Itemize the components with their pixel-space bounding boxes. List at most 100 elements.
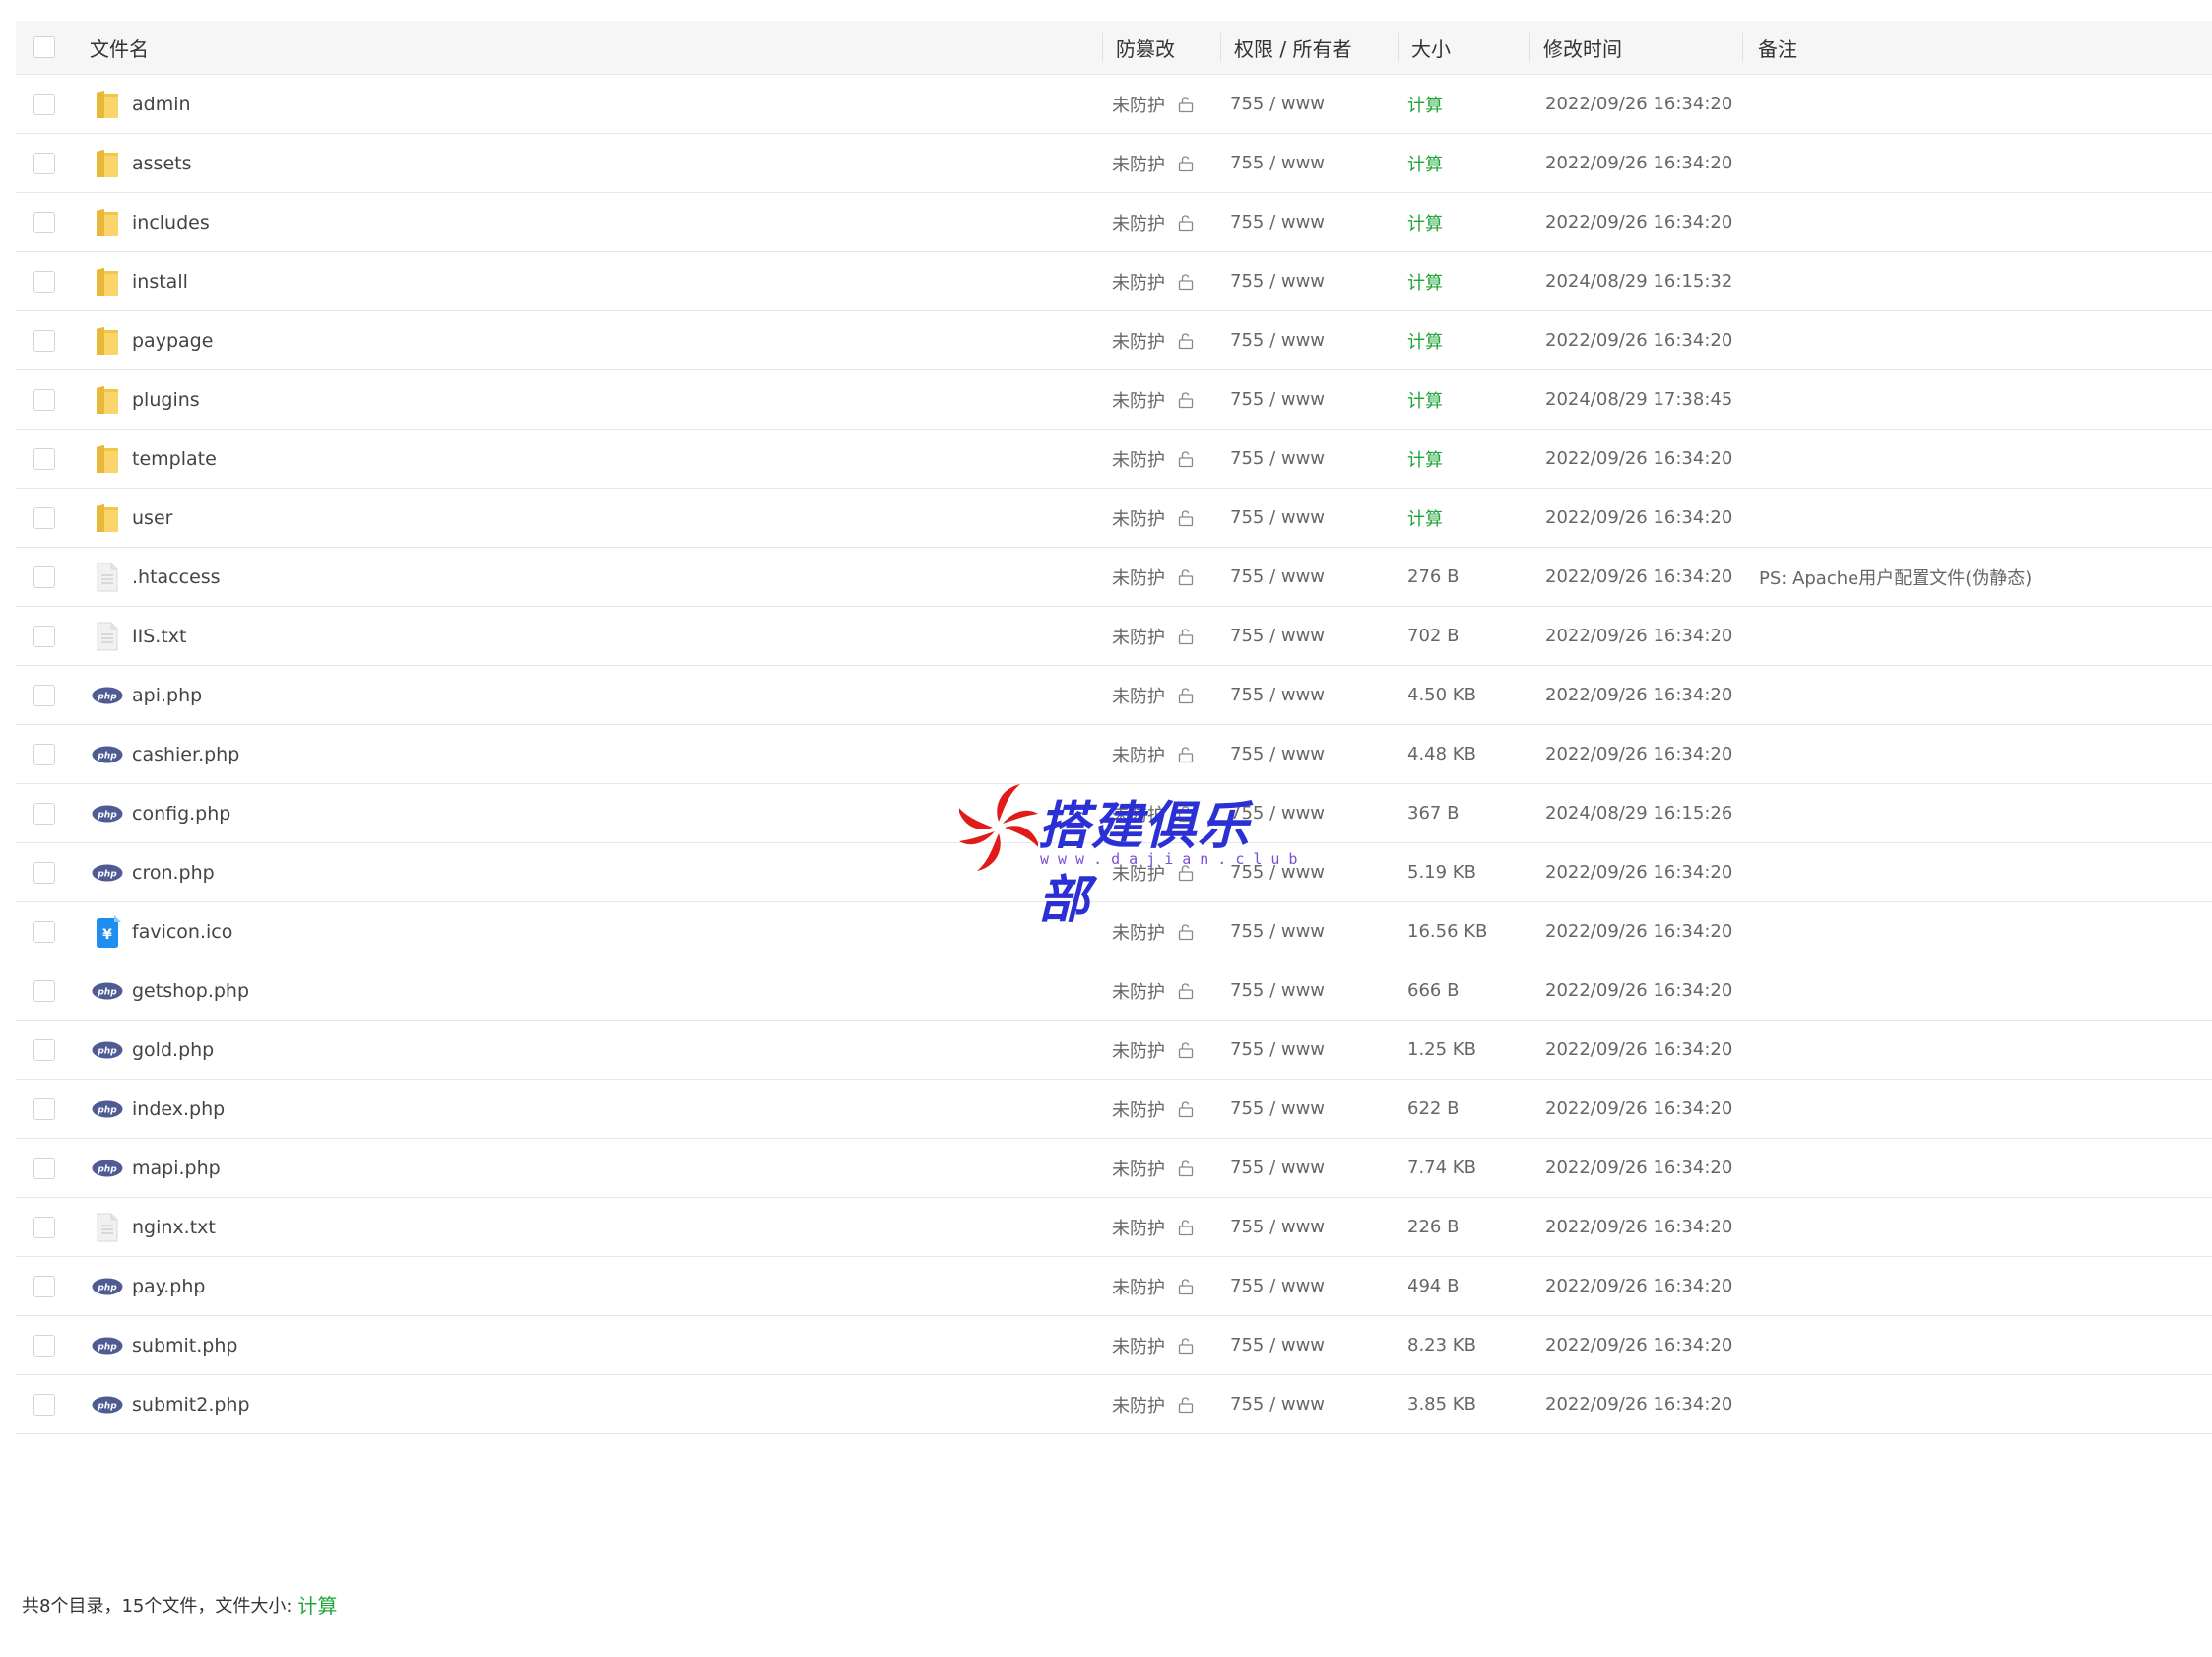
row-checkbox-cell[interactable]: [33, 961, 93, 1020]
permission-cell[interactable]: 755 / www: [1230, 134, 1407, 192]
row-checkbox[interactable]: [33, 447, 55, 470]
file-name-cell[interactable]: assets: [91, 134, 1115, 192]
row-checkbox[interactable]: [33, 802, 55, 825]
note-cell[interactable]: [1759, 1080, 2212, 1138]
table-row[interactable]: IIS.txt 未防护 755 / www 702 B 2022/09/26 16:34…: [16, 607, 2212, 666]
unlock-icon[interactable]: [1177, 746, 1195, 763]
unlock-icon[interactable]: [1177, 982, 1195, 1000]
row-checkbox[interactable]: [33, 93, 55, 115]
permission-cell[interactable]: 755 / www: [1230, 370, 1407, 429]
permission-cell[interactable]: 755 / www: [1230, 1375, 1407, 1433]
size-cell[interactable]: 计算: [1407, 134, 1545, 192]
file-name[interactable]: submit.php: [132, 1335, 237, 1357]
file-name-cell[interactable]: includes: [91, 193, 1115, 251]
row-checkbox[interactable]: [33, 1275, 55, 1297]
file-name[interactable]: mapi.php: [132, 1158, 221, 1179]
unlock-icon[interactable]: [1177, 1160, 1195, 1177]
row-checkbox-cell[interactable]: [33, 843, 93, 901]
file-name-cell[interactable]: user: [91, 489, 1115, 547]
row-checkbox[interactable]: [33, 1393, 55, 1416]
file-name[interactable]: IIS.txt: [132, 626, 186, 647]
column-divider[interactable]: [1102, 33, 1103, 62]
permission-owner[interactable]: 755 / www: [1230, 1039, 1325, 1060]
unlock-icon[interactable]: [1177, 391, 1195, 409]
row-checkbox-cell[interactable]: [33, 1375, 93, 1433]
unlock-icon[interactable]: [1177, 1337, 1195, 1355]
file-name-cell[interactable]: php mapi.php: [91, 1139, 1115, 1197]
file-name[interactable]: assets: [132, 153, 191, 174]
note-cell[interactable]: [1759, 607, 2212, 665]
header-name[interactable]: 文件名: [90, 21, 1114, 74]
permission-owner[interactable]: 755 / www: [1230, 507, 1325, 528]
note-cell[interactable]: PS: Apache用户配置文件(伪静态): [1759, 548, 2212, 606]
file-size[interactable]: 计算: [1407, 387, 1443, 413]
size-cell[interactable]: 计算: [1407, 75, 1545, 133]
file-size[interactable]: 计算: [1407, 210, 1443, 235]
table-row[interactable]: .htaccess 未防护 755 / www 276 B 2022/09/26 16:…: [16, 548, 2212, 607]
row-checkbox-cell[interactable]: [33, 902, 93, 961]
file-name[interactable]: admin: [132, 94, 191, 115]
unlock-icon[interactable]: [1177, 568, 1195, 586]
file-size[interactable]: 计算: [1407, 328, 1443, 354]
note-cell[interactable]: [1759, 252, 2212, 310]
file-name-cell[interactable]: nginx.txt: [91, 1198, 1115, 1256]
unlock-icon[interactable]: [1177, 332, 1195, 350]
table-row[interactable]: includes 未防护 755 / www 计算 2022/09/26 16:34:2…: [16, 193, 2212, 252]
note-cell[interactable]: [1759, 1375, 2212, 1433]
unlock-icon[interactable]: [1177, 155, 1195, 172]
file-name[interactable]: install: [132, 271, 188, 293]
size-cell[interactable]: 计算: [1407, 252, 1545, 310]
note-cell[interactable]: [1759, 489, 2212, 547]
file-name[interactable]: user: [132, 507, 172, 529]
table-row[interactable]: assets 未防护 755 / www 计算 2022/09/26 16:34:20: [16, 134, 2212, 193]
row-checkbox-cell[interactable]: [33, 311, 93, 369]
row-checkbox[interactable]: [33, 920, 55, 943]
note-cell[interactable]: [1759, 430, 2212, 488]
permission-cell[interactable]: 755 / www: [1230, 193, 1407, 251]
table-row[interactable]: admin 未防护 755 / www 计算 2022/09/26 16:34:20: [16, 75, 2212, 134]
note-cell[interactable]: [1759, 902, 2212, 961]
permission-owner[interactable]: 755 / www: [1230, 1098, 1325, 1119]
table-row[interactable]: php submit.php 未防护 755 / www 8.23 KB 2022/09/…: [16, 1316, 2212, 1375]
unlock-icon[interactable]: [1177, 1396, 1195, 1414]
file-name[interactable]: favicon.ico: [132, 921, 232, 943]
file-name-cell[interactable]: php api.php: [91, 666, 1115, 724]
row-checkbox[interactable]: [33, 270, 55, 293]
permission-cell[interactable]: 755 / www: [1230, 1080, 1407, 1138]
size-cell[interactable]: 计算: [1407, 193, 1545, 251]
permission-cell[interactable]: 755 / www: [1230, 1198, 1407, 1256]
file-name[interactable]: config.php: [132, 803, 230, 825]
row-checkbox-cell[interactable]: [33, 548, 93, 606]
permission-owner[interactable]: 755 / www: [1230, 94, 1325, 114]
table-row[interactable]: install 未防护 755 / www 计算 2024/08/29 16:15:32: [16, 252, 2212, 311]
row-checkbox-cell[interactable]: [33, 75, 93, 133]
permission-owner[interactable]: 755 / www: [1230, 1394, 1325, 1415]
note-cell[interactable]: [1759, 1139, 2212, 1197]
file-name[interactable]: cashier.php: [132, 744, 239, 765]
permission-cell[interactable]: 755 / www: [1230, 961, 1407, 1020]
permission-owner[interactable]: 755 / www: [1230, 271, 1325, 292]
row-checkbox[interactable]: [33, 743, 55, 765]
header-modified[interactable]: 修改时间: [1543, 21, 1755, 74]
permission-cell[interactable]: 755 / www: [1230, 75, 1407, 133]
row-checkbox-cell[interactable]: [33, 1257, 93, 1315]
permission-cell[interactable]: 755 / www: [1230, 607, 1407, 665]
file-name-cell[interactable]: php submit2.php: [91, 1375, 1115, 1433]
note-cell[interactable]: [1759, 666, 2212, 724]
file-name-cell[interactable]: install: [91, 252, 1115, 310]
row-checkbox-cell[interactable]: [33, 489, 93, 547]
row-checkbox-cell[interactable]: [33, 193, 93, 251]
file-name[interactable]: template: [132, 448, 217, 470]
permission-owner[interactable]: 755 / www: [1230, 744, 1325, 764]
unlock-icon[interactable]: [1177, 509, 1195, 527]
size-cell[interactable]: 计算: [1407, 311, 1545, 369]
table-row[interactable]: php cashier.php 未防护 755 / www 4.48 KB 2022/09…: [16, 725, 2212, 784]
unlock-icon[interactable]: [1177, 450, 1195, 468]
row-checkbox-cell[interactable]: [33, 370, 93, 429]
note-cell[interactable]: [1759, 961, 2212, 1020]
row-checkbox[interactable]: [33, 1157, 55, 1179]
note-cell[interactable]: [1759, 370, 2212, 429]
row-checkbox[interactable]: [33, 684, 55, 706]
permission-cell[interactable]: 755 / www: [1230, 489, 1407, 547]
permission-cell[interactable]: 755 / www: [1230, 1021, 1407, 1079]
